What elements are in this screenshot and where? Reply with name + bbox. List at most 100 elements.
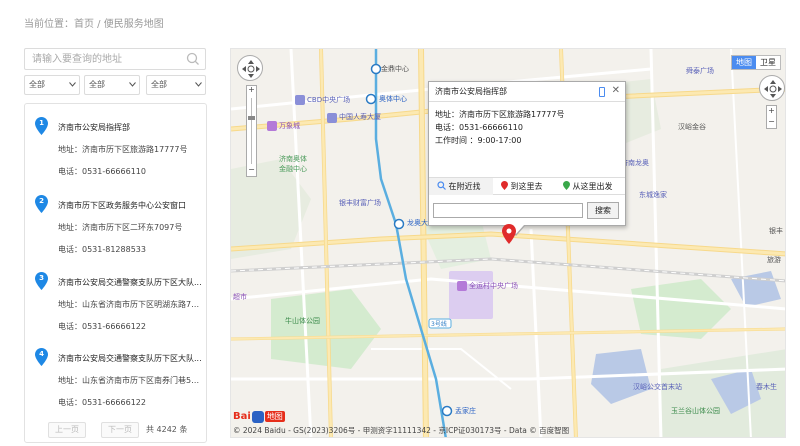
list-item-name: 济南市公安局交通警察支队历下区大队... [58,354,202,363]
filter-select-1-value: 全部 [29,80,45,89]
pan-arrows-icon [242,60,260,78]
tab-start-here-label: 从这里出发 [572,182,613,191]
total-count: 共 4242 条 [146,425,188,434]
search-icon[interactable] [186,52,200,66]
address-search-box [24,48,206,70]
map-type-satellite[interactable]: 卫星 [756,56,780,69]
list-item-phone: 电话：0531-66666122 [58,322,146,331]
list-item[interactable]: 2 济南市历下区政务服务中心公安窗口 地址：济南市历下区二环东7097号 电话：… [25,186,206,262]
poi-icon [327,113,337,123]
map-label-cbd: CBD中央广场 [307,96,351,104]
zoom-control[interactable]: + − [246,85,257,177]
nearby-search-input[interactable] [433,203,583,218]
map-label-niushan: 牛山体公园 [285,317,320,325]
list-item-number: 2 [39,197,44,205]
chevron-down-icon [195,82,202,87]
map-label-wanxiang: 万象城 [279,122,300,130]
prev-page-button[interactable]: 上一页 [48,422,86,438]
zoom-out-button[interactable]: − [767,118,776,127]
map-view[interactable]: 金鼎中心 奥体中心 CBD中央广场 万象城 中国人寿大厦 济南奥体 金融中心 银… [230,48,786,438]
pan-arrows-icon [764,80,782,98]
filter-select-1[interactable]: 全部 [24,75,80,95]
tab-nearby-label: 在附近找 [448,182,481,191]
list-item[interactable]: 1 济南市公安局指挥部 地址：济南市历下区旅游路17777号 电话：0531-6… [25,108,206,184]
poi-icon [267,121,277,131]
map-label-lvyou: 旅游 [767,256,781,264]
map-label-jinanolympic: 济南奥体 [279,155,307,163]
info-window-phone: 电话：0531-66666110 [435,123,523,132]
tab-go-here[interactable]: 到这里去 [501,178,561,195]
tab-nearby[interactable]: 在附近找 [429,178,493,195]
zoom-out-button[interactable]: − [247,166,256,175]
address-search-input[interactable] [25,49,175,69]
phone-icon[interactable] [599,87,605,97]
baidu-logo-map: 地图 [264,411,285,422]
info-window-title: 济南市公安局指挥部 [429,82,625,102]
result-list: 1 济南市公安局指挥部 地址：济南市历下区旅游路17777号 电话：0531-6… [24,103,207,443]
map-label-shengshi: 舜泰广场 [686,67,714,75]
list-item-number: 4 [39,350,44,358]
map-type-map[interactable]: 地图 [732,56,756,69]
red-pin-icon [501,181,508,190]
map-label-yinfeng-right: 银丰 [769,227,783,235]
baidu-logo: Bai 地图 [233,410,285,423]
list-item-address: 地址：济南市历下区二环东7097号 [58,223,183,232]
search-icon [437,181,446,190]
filter-select-2[interactable]: 全部 [84,75,140,95]
map-copyright: © 2024 Baidu - GS(2023)3206号 - 甲测资字11111… [233,426,570,435]
tab-start-here[interactable]: 从这里出发 [563,178,625,195]
filter-select-3[interactable]: 全部 [146,75,206,95]
pan-control[interactable] [237,55,263,81]
map-label-yujia: 玉兰谷山体公园 [671,407,720,415]
pan-control-right[interactable] [759,75,785,101]
info-window-tabs: 在附近找 到这里去 从这里出发 [429,177,625,195]
nearby-search-button[interactable]: 搜索 [587,202,619,219]
list-item-number: 3 [39,274,44,282]
zoom-in-button[interactable]: + [767,107,776,116]
map-label-chunmu: 春木生 [756,383,777,391]
breadcrumb: 当前位置：首页 / 便民服务地图 [24,19,164,30]
map-label-yinfeng: 银丰财富广场 [339,199,381,207]
poi-icon [457,281,467,291]
list-item[interactable]: 3 济南市公安局交通警察支队历下区大队... 地址：山东省济南市历下区明湖东路7… [25,263,206,339]
list-item-phone: 电话：0531-66666110 [58,167,146,176]
zoom-slider-handle[interactable] [248,116,255,120]
zoom-control-right[interactable]: + − [766,105,777,129]
map-label-jinrongcheng: 金融中心 [279,165,307,173]
map-label-mengjiazhuang: 孟家庄 [455,407,476,415]
map-label-longao: 龙奥大 [407,219,428,227]
baidu-paw-icon [251,410,264,423]
close-icon[interactable]: ✕ [612,86,620,96]
map-label-hanyu-park: 汉峪公交首末站 [633,383,682,391]
map-label-quanyun: 全运村中央广场 [469,282,518,290]
zoom-in-button[interactable]: + [247,86,256,95]
list-item-name: 济南市公安局指挥部 [58,123,130,132]
info-window-address: 地址：济南市历下区旅游路17777号 [435,110,565,119]
filter-row: 全部 全部 全部 [24,75,206,95]
info-window-hours: 工作时间 ：9:00-17:00 [435,136,522,145]
chevron-down-icon [69,82,76,87]
chevron-down-icon [129,82,136,87]
filter-select-2-value: 全部 [89,80,105,89]
list-item-address: 地址：山东省济南市历下区南券门巷53... [58,376,203,385]
map-label-donghua: 东城逸家 [639,191,667,199]
next-page-button[interactable]: 下一页 [101,422,139,438]
zoom-track [251,98,252,164]
list-item-name: 济南市历下区政务服务中心公安窗口 [58,201,186,210]
location-marker-icon[interactable] [502,224,516,244]
list-item-address: 地址：济南市历下区旅游路17777号 [58,145,188,154]
map-label-jinding: 金鼎中心 [381,65,409,73]
list-item-phone: 电话：0531-66666122 [58,398,146,407]
pagination: 上一页 下一页 共 4242 条 [25,422,206,440]
map-label-hanyu: 汉峪金谷 [678,123,706,131]
info-window: 济南市公安局指挥部 ✕ 地址：济南市历下区旅游路17777号 电话：0531-6… [428,81,626,236]
poi-icon [295,95,305,105]
map-type-switch: 地图 卫星 [731,55,781,70]
list-item[interactable]: 4 济南市公安局交通警察支队历下区大队... 地址：山东省济南市历下区南券门巷5… [25,339,206,415]
metro-line-label: 3号线 [431,321,447,328]
list-item-address: 地址：山东省济南市历下区明湖东路79... [58,300,203,309]
baidu-logo-text: Bai [233,411,251,422]
map-label-olympic: 奥体中心 [379,95,407,103]
filter-select-3-value: 全部 [151,80,167,89]
map-label-chinalife: 中国人寿大厦 [339,113,381,121]
